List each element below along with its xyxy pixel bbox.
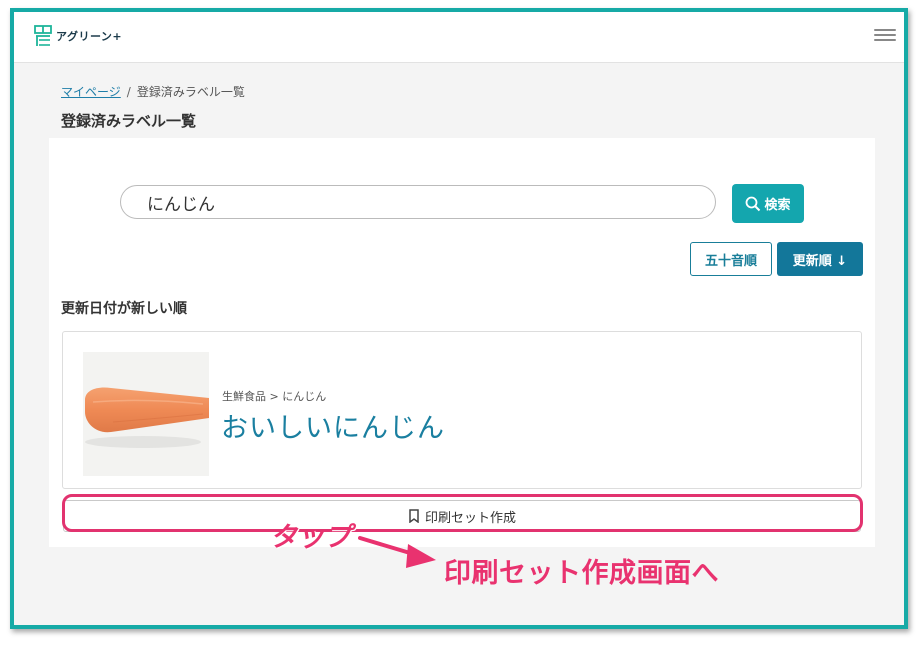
search-button[interactable]: 検索 [732, 184, 804, 223]
destination-annotation: 印刷セット作成画面へ [444, 558, 719, 589]
sort-updated-button[interactable]: 更新順 ↓ [777, 242, 863, 276]
search-icon [746, 196, 761, 211]
bookmark-icon [409, 509, 419, 523]
item-category: 生鮮食品 > にんじん [222, 390, 327, 403]
farm-kanji-logo-icon [34, 25, 52, 46]
logo-text: アグリーン+ [56, 30, 123, 43]
label-item-card[interactable]: 生鮮食品 > にんじん おいしいにんじん [62, 331, 862, 489]
sort-aiueo-button[interactable]: 五十音順 [690, 242, 772, 276]
arrow-right-icon [358, 536, 436, 568]
header-bar: アグリーン+ [14, 12, 904, 63]
section-heading: 更新日付が新しい順 [61, 301, 187, 317]
search-input[interactable] [120, 185, 716, 219]
logo[interactable]: アグリーン+ [34, 25, 122, 47]
breadcrumb-separator: / [126, 85, 131, 99]
item-name[interactable]: おいしいにんじん [221, 406, 445, 445]
print-set-create-label: 印刷セット作成 [424, 510, 516, 526]
breadcrumb-home-link[interactable]: マイページ [61, 85, 121, 99]
carrot-image [83, 352, 209, 476]
breadcrumb: マイページ / 登録済みラベル一覧 [61, 83, 245, 100]
app-window: アグリーン+ マイページ / 登録済みラベル一覧 登録済みラベル一覧 検索 五十音順… [10, 8, 908, 629]
label-list-panel: 検索 五十音順 更新順 ↓ 更新日付が新しい順 [49, 138, 875, 547]
print-set-create-button[interactable]: 印刷セット作成 [63, 500, 861, 532]
search-button-label: 検索 [764, 198, 791, 213]
tap-annotation: タップ [270, 522, 351, 553]
breadcrumb-current: 登録済みラベル一覧 [136, 85, 245, 99]
hamburger-menu-icon[interactable] [874, 26, 896, 44]
page-title: 登録済みラベル一覧 [61, 112, 197, 130]
